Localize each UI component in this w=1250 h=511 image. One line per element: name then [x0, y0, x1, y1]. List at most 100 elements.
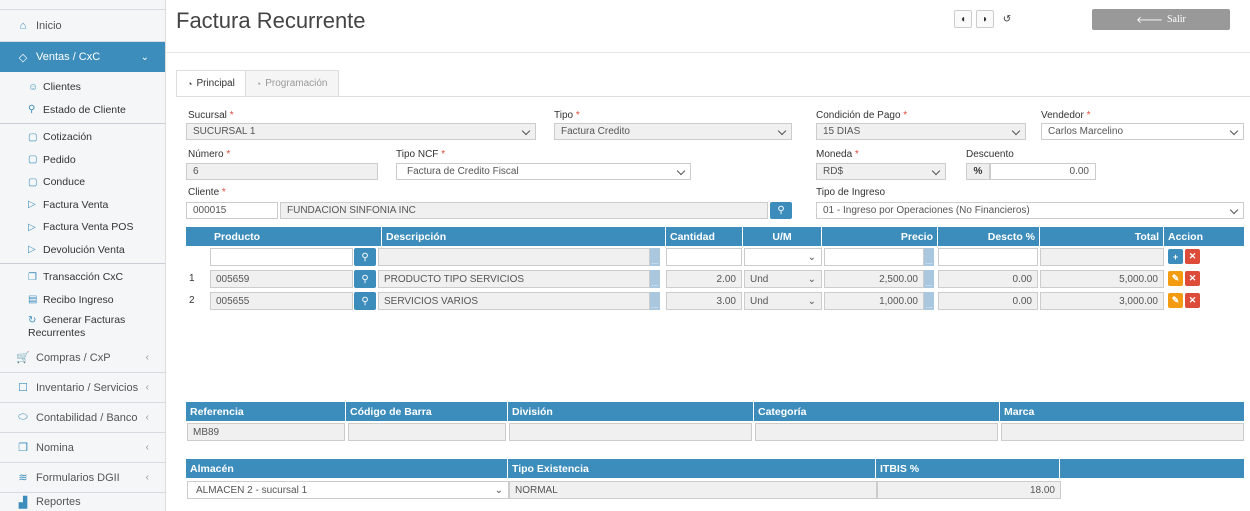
edit-row-button[interactable]: ✎: [1168, 271, 1183, 286]
descto-input[interactable]: [938, 248, 1038, 266]
sidebar-item-generar-facturas-recurrentes[interactable]: ↻ Generar Facturas Recurrentes: [0, 311, 165, 347]
row-um[interactable]: Und ⌄: [744, 292, 822, 310]
sidebar-item-clientes[interactable]: ☺ Clientes: [0, 76, 165, 99]
chevron-down-icon: ⌄: [807, 273, 816, 285]
descuento-field[interactable]: 0.00: [990, 163, 1096, 180]
col-accion: Accion: [1168, 230, 1204, 243]
col-empty: [1060, 459, 1244, 478]
descripcion-more-button[interactable]: ...: [650, 292, 660, 310]
precio-more-button[interactable]: ...: [924, 270, 934, 288]
history-icon: ↺: [1002, 13, 1012, 25]
row-producto[interactable]: 005659: [210, 270, 353, 288]
sidebar-item-estado-cliente[interactable]: ⚲ Estado de Cliente: [0, 99, 165, 122]
almacen-select[interactable]: ALMACEN 2 - sucursal 1 ⌄: [187, 481, 509, 499]
sidebar-item-label: Formularios DGII: [36, 471, 120, 484]
precio-more-button[interactable]: ...: [924, 292, 934, 310]
row-precio[interactable]: 1,000.00: [824, 292, 924, 310]
row-descripcion: SERVICIOS VARIOS: [378, 292, 650, 310]
condicion-label: Condición de Pago *: [816, 110, 908, 121]
row-precio[interactable]: 2,500.00: [824, 270, 924, 288]
buscar-producto-button[interactable]: ⚲: [354, 292, 376, 310]
sidebar-item-factura-venta[interactable]: ▷ Factura Venta: [0, 194, 165, 217]
items-table-header: Producto Descripción Cantidad U/M Precio…: [186, 227, 1244, 246]
buscar-cliente-button[interactable]: ⚲: [770, 202, 792, 219]
descripcion-more-button[interactable]: ...: [650, 248, 660, 266]
almacen-table-header: Almacén Tipo Existencia ITBIS %: [186, 459, 1244, 478]
sidebar-item-contabilidad[interactable]: ⬭ Contabilidad / Banco ‹: [0, 403, 165, 433]
condicion-pago-select[interactable]: 15 DIAS: [816, 123, 1026, 140]
previous-button[interactable]: ◖: [954, 10, 972, 28]
precio-more-button[interactable]: ...: [924, 248, 934, 266]
um-select[interactable]: ⌄: [744, 248, 822, 266]
vendedor-select[interactable]: Carlos Marcelino: [1041, 123, 1244, 140]
buscar-producto-button[interactable]: ⚲: [354, 248, 376, 266]
descripcion-more-button[interactable]: ...: [650, 270, 660, 288]
sidebar-item-conduce[interactable]: ▢ Conduce: [0, 171, 165, 194]
tipo-ncf-select[interactable]: Factura de Credito Fiscal: [396, 163, 691, 180]
row-descto[interactable]: 0.00: [938, 292, 1038, 310]
sidebar-item-devolucion-venta[interactable]: ▷ Devolución Venta: [0, 239, 165, 262]
sidebar-item-label: Factura Venta POS: [43, 221, 134, 234]
tipo-ingreso-select[interactable]: 01 - Ingreso por Operaciones (No Financi…: [816, 202, 1244, 219]
sidebar-item-cotizacion[interactable]: ▢ Cotización: [0, 126, 165, 149]
row-um[interactable]: Und ⌄: [744, 270, 822, 288]
vendedor-label: Vendedor *: [1041, 110, 1091, 121]
chart-icon: ▟: [18, 496, 28, 509]
exit-button-label: Salir: [1166, 14, 1186, 25]
sidebar-item-transaccion-cxc[interactable]: ❐ Transacción CxC: [0, 266, 165, 289]
layers-icon: ≋: [18, 472, 28, 484]
circle-right-icon: ◗: [981, 13, 989, 25]
sidebar-item-compras[interactable]: 🛒 Compras / CxP ‹: [0, 343, 165, 373]
history-button[interactable]: ↺: [998, 10, 1016, 28]
tipo-select[interactable]: Factura Credito: [554, 123, 792, 140]
moneda-select[interactable]: RD$: [816, 163, 946, 180]
row-producto[interactable]: 005655: [210, 292, 353, 310]
home-icon: ⌂: [19, 19, 27, 32]
exit-button[interactable]: 🡐 Salir: [1092, 9, 1230, 30]
sidebar-item-ventas[interactable]: ◇ Ventas / CxC ⌄: [0, 42, 165, 72]
cliente-codigo-field[interactable]: 000015: [186, 202, 278, 219]
sucursal-select[interactable]: SUCURSAL 1: [186, 123, 536, 140]
sidebar-item-nomina[interactable]: ❐ Nomina ‹: [0, 433, 165, 463]
tipo-label: Tipo *: [554, 110, 580, 121]
row-descto[interactable]: 0.00: [938, 270, 1038, 288]
edit-row-button[interactable]: ✎: [1168, 293, 1183, 308]
categoria-field: [755, 423, 998, 441]
col-marca: Marca: [1004, 405, 1035, 418]
tab-programacion[interactable]: ◔ Programación: [245, 70, 339, 96]
sidebar-item-pedido[interactable]: ▢ Pedido: [0, 149, 165, 172]
copy-icon: ❐: [18, 442, 28, 454]
tabs: ◔ Principal ◔ Programación: [176, 70, 339, 96]
sidebar-item-inicio[interactable]: ⌂ Inicio: [0, 10, 165, 42]
numero-field[interactable]: 6: [186, 163, 378, 180]
precio-input[interactable]: [824, 248, 924, 266]
delete-row-button[interactable]: ✕: [1185, 271, 1200, 286]
sucursal-label: Sucursal *: [188, 110, 234, 121]
col-referencia: Referencia: [186, 402, 346, 421]
search-icon: ⚲: [28, 104, 36, 116]
row-cantidad[interactable]: 2.00: [666, 270, 742, 288]
circle-left-icon: ◖: [959, 13, 967, 25]
next-button[interactable]: ◗: [976, 10, 994, 28]
add-row-button[interactable]: +: [1168, 249, 1183, 264]
sidebar-item-recibo-ingreso[interactable]: ▤ Recibo Ingreso: [0, 289, 165, 312]
col-precio: Precio: [822, 227, 938, 246]
producto-input[interactable]: [210, 248, 353, 266]
sidebar-item-label: Devolución Venta: [43, 243, 125, 256]
tab-principal[interactable]: ◔ Principal: [176, 70, 246, 96]
buscar-producto-button[interactable]: ⚲: [354, 270, 376, 288]
arrow-left-icon: 🡐: [1136, 14, 1163, 26]
sidebar-item-inventario[interactable]: ☐ Inventario / Servicios ‹: [0, 373, 165, 403]
clear-row-button[interactable]: ✕: [1185, 249, 1200, 264]
row-cantidad[interactable]: 3.00: [666, 292, 742, 310]
sidebar-item-reportes[interactable]: ▟ Reportes: [0, 493, 165, 511]
close-icon: ✕: [1188, 295, 1197, 305]
sidebar-item-factura-venta-pos[interactable]: ▷ Factura Venta POS: [0, 216, 165, 239]
delete-row-button[interactable]: ✕: [1185, 293, 1200, 308]
col-cantidad: Cantidad: [666, 227, 743, 246]
file-export-icon: ▷: [28, 199, 36, 211]
dashboard-icon: ◔: [187, 78, 193, 89]
sidebar-item-formularios[interactable]: ≋ Formularios DGII ‹: [0, 463, 165, 493]
cantidad-input[interactable]: [666, 248, 742, 266]
moneda-label: Moneda *: [816, 149, 859, 160]
